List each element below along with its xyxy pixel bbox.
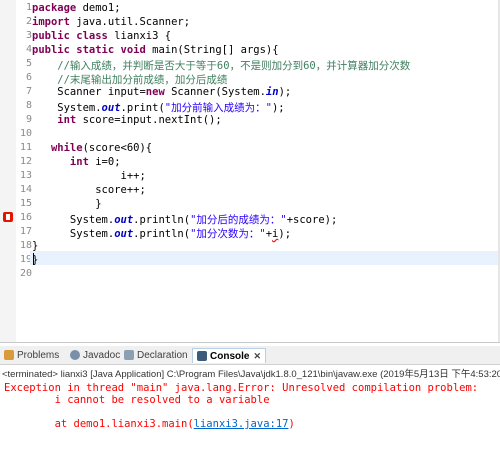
console-line: at demo1.lianxi3.main(lianxi3.java:17) <box>4 418 295 430</box>
code-line-6: //末尾输出加分前成绩，加分后成绩 <box>32 74 228 86</box>
line-number: 9 <box>25 114 32 125</box>
line-number: 8 <box>25 100 32 111</box>
code-line-17: System.out.println("加分次数为："+i); <box>32 228 292 240</box>
code-line-9: int score=input.nextInt(); <box>32 114 222 126</box>
tab-declaration[interactable]: Declaration <box>124 348 188 362</box>
code-line-18: } <box>32 240 39 252</box>
line-number: 15 <box>19 198 32 209</box>
line-number: 6 <box>25 72 32 83</box>
line-number: 2 <box>25 16 32 27</box>
text-cursor <box>33 253 34 265</box>
tab-problems[interactable]: Problems <box>4 348 59 362</box>
line-number: 17 <box>19 226 32 237</box>
code-line-13: i++; <box>32 170 146 182</box>
code-line-14: score++; <box>32 184 146 196</box>
editor-gutter <box>0 0 16 342</box>
code-editor[interactable]: 1 2 3 4 5 6 7 8 9 10 11 12 13 14 15 16 17 18 19 20 package … <box>0 0 500 343</box>
line-number: 11 <box>19 142 32 153</box>
code-line-3: public class lianxi3 { <box>32 30 172 42</box>
problems-icon <box>4 350 14 360</box>
console-line: i cannot be resolved to a variable <box>4 394 270 406</box>
line-number: 7 <box>25 86 32 97</box>
tab-javadoc[interactable]: Javadoc <box>70 348 120 362</box>
console-output[interactable]: Exception in thread "main" java.lang.Err… <box>0 380 500 450</box>
declaration-icon <box>124 350 134 360</box>
javadoc-icon <box>70 350 80 360</box>
line-number: 14 <box>19 184 32 195</box>
line-number: 18 <box>19 240 32 251</box>
code-line-2: import java.util.Scanner; <box>32 16 191 28</box>
line-number: 16 <box>19 212 32 223</box>
code-line-1: package demo1; <box>32 2 121 14</box>
line-number: 5 <box>25 58 32 69</box>
code-line-7: Scanner input=new Scanner(System.in); <box>32 86 292 98</box>
code-line-8: System.out.print("加分前输入成绩为："); <box>32 102 285 114</box>
line-number: 4 <box>25 44 32 55</box>
console-tab-bar: Problems Javadoc Declaration Console ✕ <box>0 346 500 365</box>
line-number: 1 <box>25 2 32 13</box>
stacktrace-link[interactable]: lianxi3.java:17 <box>194 418 289 430</box>
close-icon[interactable]: ✕ <box>253 351 261 362</box>
code-line-4: public static void main(String[] args){ <box>32 44 279 56</box>
code-line-16: System.out.println("加分后的成绩为："+score); <box>32 214 338 226</box>
line-number: 3 <box>25 30 32 41</box>
console-line: Exception in thread "main" java.lang.Err… <box>4 382 485 394</box>
code-line-11: while(score<60){ <box>32 142 153 154</box>
line-number: 20 <box>19 268 32 279</box>
terminated-status: <terminated> lianxi3 [Java Application] … <box>2 369 500 380</box>
line-number: 12 <box>19 156 32 167</box>
current-line-highlight <box>30 251 500 265</box>
code-line-12: int i=0; <box>32 156 121 168</box>
code-line-5: //输入成绩，并判断是否大于等于60，不是则加分到60，并计算器加分次数 <box>32 60 411 72</box>
line-number: 10 <box>19 128 32 139</box>
line-numbers: 1 2 3 4 5 6 7 8 9 10 11 12 13 14 15 16 17 18 19 20 <box>16 0 32 342</box>
line-number: 13 <box>19 170 32 181</box>
code-line-15: } <box>32 198 102 210</box>
console-icon <box>197 351 207 361</box>
error-marker-icon[interactable] <box>3 212 13 222</box>
tab-console[interactable]: Console ✕ <box>192 348 266 363</box>
